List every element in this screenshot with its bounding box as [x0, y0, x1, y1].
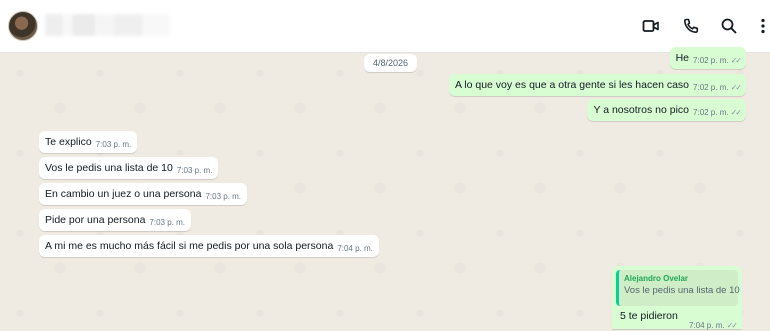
message-incoming[interactable]: A mi me es mucho más fácil si me pedis p… — [39, 235, 379, 257]
read-receipt-icon: ✓✓ — [730, 108, 742, 117]
search-icon[interactable] — [719, 16, 739, 36]
message-time: 7:03 p. m. — [205, 192, 242, 201]
message-time: 7:02 p. m. — [693, 83, 729, 92]
message-time: 7:03 p. m. — [149, 218, 185, 227]
message-text: A lo que voy es que a otra gente si les … — [454, 79, 690, 91]
message-text: Pide por una persona — [45, 214, 146, 226]
message-time: 7:02 p. m. — [693, 108, 729, 117]
message-outgoing[interactable]: A lo que voy es que a otra gente si les … — [448, 74, 746, 96]
message-outgoing[interactable]: Y a nosotros no pico 7:02 p. m. ✓✓ — [587, 99, 746, 121]
read-receipt-icon: ✓✓ — [730, 56, 742, 65]
message-text: En cambio un juez o una persona — [45, 188, 202, 200]
date-separator: 4/8/2026 — [364, 54, 418, 72]
quoted-message[interactable]: Alejandro Ovelar Vos le pedis una lista … — [616, 270, 740, 306]
chat-header — [0, 0, 770, 53]
voice-call-icon[interactable] — [681, 16, 701, 36]
message-time: 7:04 p. m. — [337, 244, 373, 253]
message-incoming[interactable]: Te explico 7:03 p. m. — [39, 131, 138, 153]
message-text: Y a nosotros no pico — [593, 104, 690, 116]
message-text: 5 te pidieron — [620, 310, 678, 322]
message-text: A mi me es mucho más fácil si me pedis p… — [45, 240, 334, 252]
message-outgoing[interactable]: He 7:02 p. m. ✓✓ — [669, 47, 746, 69]
message-text: Te explico — [45, 136, 92, 148]
message-time: 7:02 p. m. — [693, 56, 729, 65]
contact-avatar[interactable] — [8, 11, 38, 41]
video-call-icon[interactable] — [641, 16, 661, 36]
message-text: Vos le pedis una lista de 10 — [45, 162, 173, 174]
quoted-author: Alejandro Ovelar — [624, 274, 689, 283]
contact-name[interactable] — [45, 14, 170, 36]
message-incoming[interactable]: Pide por una persona 7:03 p. m. — [39, 209, 191, 231]
read-receipt-icon: ✓✓ — [730, 83, 742, 92]
message-time: 7:03 p. m. — [95, 140, 132, 149]
message-outgoing-reply[interactable]: Alejandro Ovelar Vos le pedis una lista … — [612, 266, 742, 331]
message-time: 7:03 p. m. — [176, 166, 213, 175]
message-incoming[interactable]: En cambio un juez o una persona 7:03 p. m… — [39, 183, 248, 205]
message-text: He — [675, 52, 690, 64]
message-incoming[interactable]: Vos le pedis una lista de 10 7:03 p. m. — [39, 157, 219, 179]
menu-icon[interactable] — [758, 16, 768, 36]
quoted-text: Vos le pedis una lista de 10 — [624, 285, 740, 296]
message-meta: 7:04 p. m. ✓✓ — [685, 313, 738, 331]
